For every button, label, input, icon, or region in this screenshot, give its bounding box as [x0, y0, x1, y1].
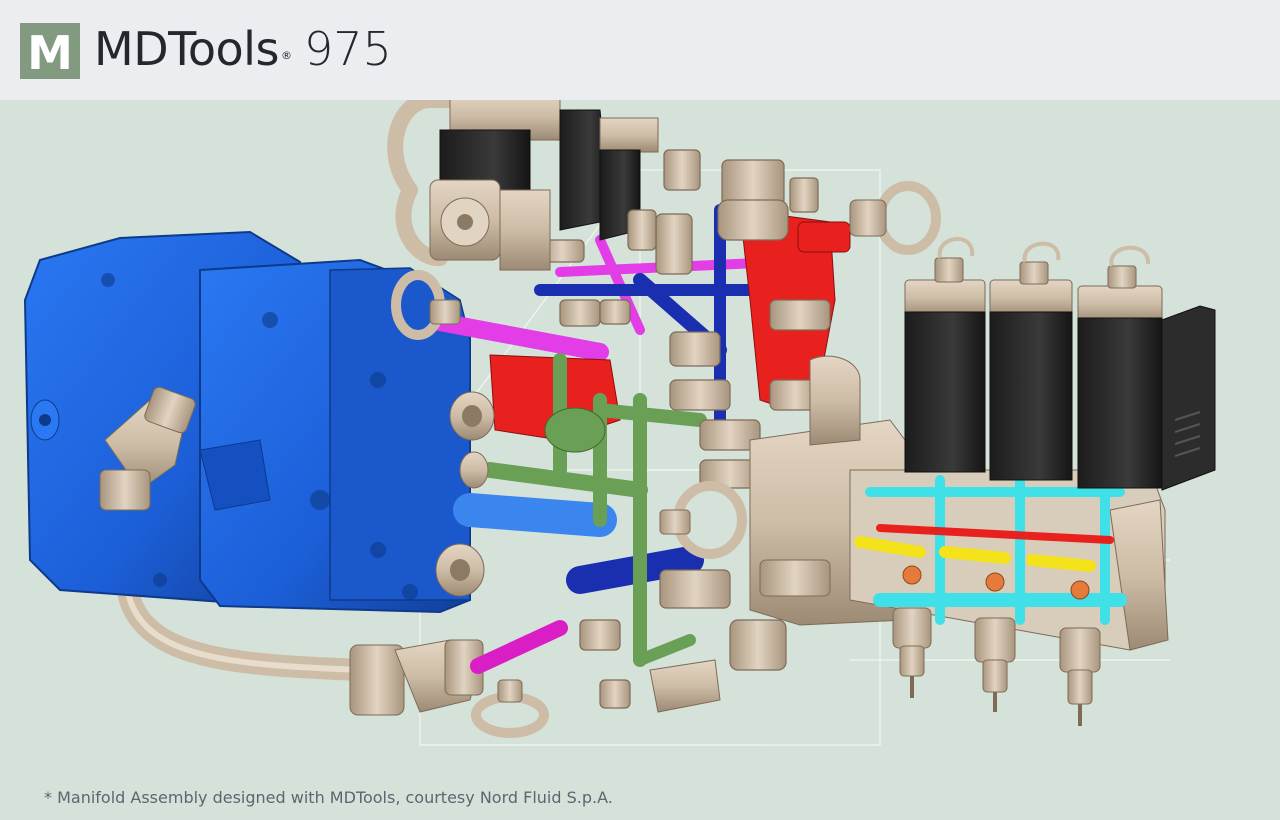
brand-version: 975 [303, 22, 392, 76]
logo-letter: M [27, 26, 73, 80]
brand-name: MDTools [94, 22, 279, 76]
brand-title: MDTools ® 975 [94, 22, 392, 78]
manifold-assembly-render [23, 100, 1216, 746]
header-bar: M MDTools ® 975 [0, 0, 1280, 100]
image-caption: * Manifold Assembly designed with MDTool… [44, 788, 613, 807]
logo-icon: M [20, 23, 80, 79]
registered-mark: ® [280, 49, 292, 62]
